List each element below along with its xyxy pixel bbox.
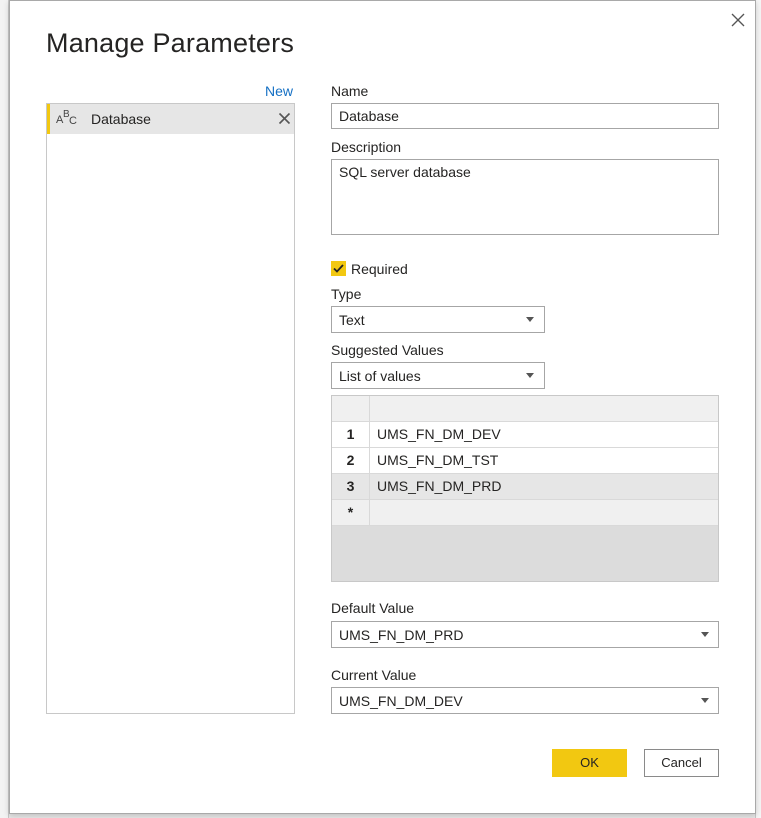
table-row[interactable]: 2 UMS_FN_DM_TST xyxy=(332,448,718,474)
current-value-label: Current Value xyxy=(331,667,417,683)
row-number: 3 xyxy=(332,474,370,499)
value-cell[interactable]: UMS_FN_DM_PRD xyxy=(377,474,501,499)
grid-header-row xyxy=(332,396,718,422)
delete-parameter-icon[interactable] xyxy=(278,112,291,125)
suggested-values-grid: 1 UMS_FN_DM_DEV 2 UMS_FN_DM_TST 3 UMS_FN… xyxy=(331,395,719,582)
current-value-dropdown-value: UMS_FN_DM_DEV xyxy=(339,693,463,709)
dialog-title: Manage Parameters xyxy=(46,28,295,58)
chevron-down-icon xyxy=(701,698,709,703)
chevron-down-icon xyxy=(526,373,534,378)
abc-text-type-icon: ABC xyxy=(56,109,77,127)
type-dropdown-value: Text xyxy=(339,312,365,328)
description-input[interactable]: SQL server database xyxy=(331,159,719,235)
table-row[interactable]: 3 UMS_FN_DM_PRD xyxy=(332,474,718,500)
parameter-list-item-database[interactable]: ABC Database xyxy=(47,104,294,134)
parameter-list: ABC Database xyxy=(46,103,295,714)
value-cell[interactable]: UMS_FN_DM_TST xyxy=(377,448,498,473)
name-label: Name xyxy=(331,83,369,99)
checkmark-icon xyxy=(333,264,344,273)
suggested-values-label: Suggested Values xyxy=(331,342,444,358)
chevron-down-icon xyxy=(701,632,709,637)
required-label: Required xyxy=(351,261,408,277)
current-value-dropdown[interactable]: UMS_FN_DM_DEV xyxy=(331,687,719,714)
ok-button[interactable]: OK xyxy=(552,749,627,777)
name-input[interactable] xyxy=(331,103,719,129)
value-cell[interactable]: UMS_FN_DM_DEV xyxy=(377,422,501,447)
suggested-values-dropdown[interactable]: List of values xyxy=(331,362,545,389)
description-label: Description xyxy=(331,139,402,155)
table-row[interactable]: 1 UMS_FN_DM_DEV xyxy=(332,422,718,448)
background-app-left-edge xyxy=(0,0,9,818)
row-number: * xyxy=(332,500,370,525)
default-value-dropdown[interactable]: UMS_FN_DM_PRD xyxy=(331,621,719,648)
default-value-label: Default Value xyxy=(331,600,415,616)
manage-parameters-dialog: Manage Parameters New ABC Database Name … xyxy=(9,0,756,814)
row-number: 1 xyxy=(332,422,370,447)
type-label: Type xyxy=(331,286,362,302)
parameter-name-label: Database xyxy=(91,111,151,127)
row-number: 2 xyxy=(332,448,370,473)
new-parameter-link[interactable]: New xyxy=(265,83,293,99)
cancel-button[interactable]: Cancel xyxy=(644,749,719,777)
grid-header-corner xyxy=(332,396,370,421)
new-value-row[interactable]: * xyxy=(332,500,718,526)
chevron-down-icon xyxy=(526,317,534,322)
suggested-values-dropdown-value: List of values xyxy=(339,368,421,384)
close-icon[interactable] xyxy=(728,10,748,30)
default-value-dropdown-value: UMS_FN_DM_PRD xyxy=(339,627,464,643)
required-checkbox[interactable] xyxy=(331,261,346,276)
type-dropdown[interactable]: Text xyxy=(331,306,545,333)
